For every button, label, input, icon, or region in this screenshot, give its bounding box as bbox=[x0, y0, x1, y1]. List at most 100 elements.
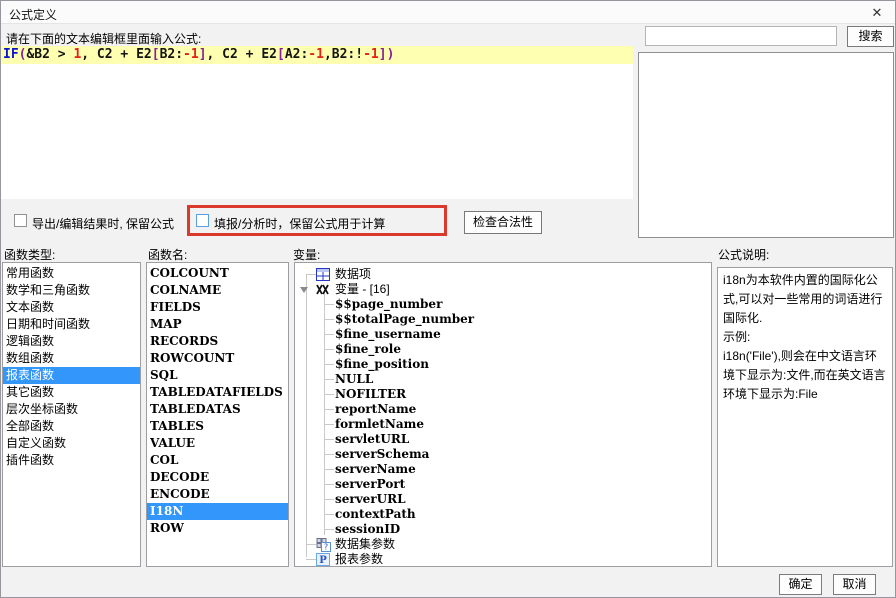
description-line: i18n为本软件内置的国际化公式,可以对一些常用的词语进行国际化. bbox=[723, 273, 883, 325]
function-type-item[interactable]: 其它函数 bbox=[3, 384, 140, 401]
tree-item[interactable]: $fine_username bbox=[295, 327, 711, 342]
variable-icon bbox=[316, 283, 330, 296]
keep-formula-analysis-checkbox[interactable] bbox=[196, 214, 209, 227]
formula-description-header: 公式说明: bbox=[718, 248, 770, 262]
function-type-item[interactable]: 报表函数 bbox=[3, 367, 140, 384]
tree-item[interactable]: servletURL bbox=[295, 432, 711, 447]
title-bar: 公式定义 ✕ bbox=[1, 1, 895, 24]
function-name-item[interactable]: TABLES bbox=[147, 418, 288, 435]
tree-item[interactable]: serverSchema bbox=[295, 447, 711, 462]
formula-token: ,B2:! bbox=[323, 47, 364, 62]
function-name-item[interactable]: FIELDS bbox=[147, 299, 288, 316]
tree-item[interactable]: serverURL bbox=[295, 492, 711, 507]
tree-item-label: servletURL bbox=[335, 432, 410, 446]
tree-item-label: reportName bbox=[335, 402, 417, 416]
tree-item[interactable]: sessionID bbox=[295, 522, 711, 537]
tree-item-label: serverURL bbox=[335, 492, 406, 506]
tree-item[interactable]: serverPort bbox=[295, 477, 711, 492]
function-type-item[interactable]: 插件函数 bbox=[3, 452, 140, 469]
tree-item[interactable]: $$page_number bbox=[295, 297, 711, 312]
tree-item[interactable]: serverName bbox=[295, 462, 711, 477]
formula-text[interactable]: IF(&B2 > 1, C2 + E2[B2:-1], C2 + E2[A2:-… bbox=[1, 46, 633, 64]
function-name-item[interactable]: DECODE bbox=[147, 469, 288, 486]
function-name-item[interactable]: ENCODE bbox=[147, 486, 288, 503]
search-results-box[interactable] bbox=[638, 52, 894, 238]
tree-item[interactable]: $$totalPage_number bbox=[295, 312, 711, 327]
function-type-item[interactable]: 常用函数 bbox=[3, 265, 140, 282]
variables-tree: 数据项 变量 - [16] $$page_number $$totalPage_num… bbox=[294, 262, 712, 567]
function-type-list: 常用函数 数学和三角函数 文本函数 日期和时间函数 逻辑函数 数组函数 报表函数 其它函数 层次… bbox=[2, 262, 141, 567]
tree-item[interactable]: $fine_role bbox=[295, 342, 711, 357]
dataset-param-icon: ? bbox=[316, 538, 331, 552]
function-type-item[interactable]: 日期和时间函数 bbox=[3, 316, 140, 333]
search-input[interactable] bbox=[645, 26, 837, 46]
formula-token: , C2 + E2 bbox=[206, 47, 277, 62]
description-line: i18n('File'),则会在中文语言环境下显示为:文件,而在英文语言环境下显… bbox=[723, 349, 886, 401]
tree-item-label: sessionID bbox=[335, 522, 401, 536]
keep-formula-export-checkbox[interactable] bbox=[14, 214, 27, 227]
tree-item-label: $fine_username bbox=[335, 327, 441, 341]
tree-item-label: serverName bbox=[335, 462, 416, 476]
formula-token: -1 bbox=[363, 47, 379, 62]
tree-item[interactable]: NULL bbox=[295, 372, 711, 387]
formula-token: ] bbox=[378, 47, 387, 62]
tree-item-label: 数据集参数 bbox=[335, 537, 396, 551]
close-icon[interactable]: ✕ bbox=[867, 4, 887, 22]
function-type-item[interactable]: 层次坐标函数 bbox=[3, 401, 140, 418]
tree-item[interactable]: $fine_position bbox=[295, 357, 711, 372]
tree-item-label: formletName bbox=[335, 417, 424, 431]
tree-item-label: $fine_position bbox=[335, 357, 429, 371]
tree-item-label: NOFILTER bbox=[335, 387, 407, 401]
description-line: 示例: bbox=[723, 330, 751, 344]
cancel-button[interactable]: 取消 bbox=[833, 574, 876, 595]
function-type-item[interactable]: 自定义函数 bbox=[3, 435, 140, 452]
function-name-item[interactable]: SQL bbox=[147, 367, 288, 384]
function-name-item[interactable]: RECORDS bbox=[147, 333, 288, 350]
formula-description-panel: i18n为本软件内置的国际化公式,可以对一些常用的词语进行国际化. 示例: i18n… bbox=[717, 267, 893, 567]
search-button[interactable]: 搜索 bbox=[847, 26, 894, 47]
formula-token: -1 bbox=[308, 47, 324, 62]
function-type-item[interactable]: 文本函数 bbox=[3, 299, 140, 316]
tree-item-label: NULL bbox=[335, 372, 374, 386]
function-name-list: COLCOUNT COLNAME FIELDS MAP RECORDS ROWCOUNT S… bbox=[146, 262, 289, 567]
formula-editor[interactable]: IF(&B2 > 1, C2 + E2[B2:-1], C2 + E2[A2:-… bbox=[1, 46, 633, 199]
formula-token: ) bbox=[386, 47, 395, 62]
tree-item[interactable]: 数据项 bbox=[295, 267, 711, 282]
function-name-item[interactable]: ROW bbox=[147, 520, 288, 537]
function-name-header: 函数名: bbox=[148, 248, 188, 262]
function-name-item[interactable]: COLNAME bbox=[147, 282, 288, 299]
tree-item-label: serverPort bbox=[335, 477, 406, 491]
formula-token: A2: bbox=[284, 47, 309, 62]
function-type-item[interactable]: 全部函数 bbox=[3, 418, 140, 435]
tree-item[interactable]: 变量 - [16] bbox=[295, 282, 711, 297]
function-name-item[interactable]: ROWCOUNT bbox=[147, 350, 288, 367]
function-name-item[interactable]: COL bbox=[147, 452, 288, 469]
tree-item[interactable]: ? 数据集参数 bbox=[295, 537, 711, 552]
function-name-item[interactable]: TABLEDATAFIELDS bbox=[147, 384, 288, 401]
function-name-item[interactable]: COLCOUNT bbox=[147, 265, 288, 282]
tree-item-label: $fine_role bbox=[335, 342, 401, 356]
report-param-icon: P bbox=[316, 553, 330, 566]
function-name-item[interactable]: I18N bbox=[147, 503, 288, 520]
function-type-item[interactable]: 数组函数 bbox=[3, 350, 140, 367]
function-type-item[interactable]: 逻辑函数 bbox=[3, 333, 140, 350]
tree-item[interactable]: formletName bbox=[295, 417, 711, 432]
tree-item[interactable]: P 报表参数 bbox=[295, 552, 711, 566]
svg-text:?: ? bbox=[324, 543, 328, 552]
check-validity-button[interactable]: 检查合法性 bbox=[464, 211, 542, 234]
tree-item[interactable]: NOFILTER bbox=[295, 387, 711, 402]
tree-item[interactable]: reportName bbox=[295, 402, 711, 417]
tree-item-label: $$page_number bbox=[335, 297, 443, 311]
function-type-item[interactable]: 数学和三角函数 bbox=[3, 282, 140, 299]
function-name-item[interactable]: MAP bbox=[147, 316, 288, 333]
tree-item-label: $$totalPage_number bbox=[335, 312, 475, 326]
ok-button[interactable]: 确定 bbox=[779, 574, 822, 595]
variables-header: 变量: bbox=[293, 248, 321, 262]
expander-icon[interactable] bbox=[300, 287, 308, 293]
tree-item[interactable]: contextPath bbox=[295, 507, 711, 522]
function-name-item[interactable]: VALUE bbox=[147, 435, 288, 452]
formula-token: &B2 > bbox=[26, 47, 74, 62]
tree-item-label: 变量 - [16] bbox=[335, 282, 390, 296]
function-name-item[interactable]: TABLEDATAS bbox=[147, 401, 288, 418]
keep-formula-analysis-label: 填报/分析时，保留公式用于计算 bbox=[214, 217, 386, 231]
